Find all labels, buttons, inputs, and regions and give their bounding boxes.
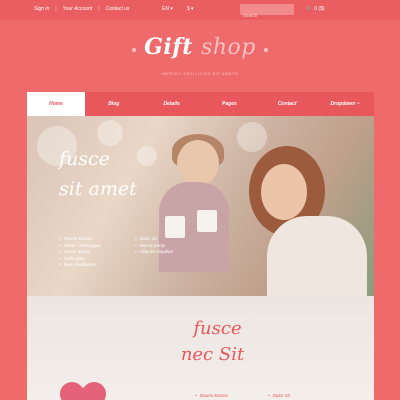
heart-gift-image — [63, 384, 103, 400]
search-box — [240, 4, 294, 21]
list-item: Lorem Ipsum — [59, 249, 101, 256]
cart-icon: 🛒 — [306, 6, 313, 12]
logo-dot — [264, 47, 269, 52]
list-item: Tellus - Sed augue — [59, 243, 101, 250]
hero-1-list-right: Dolor Sit Sed ut persp Aliquam dapibus — [135, 236, 173, 256]
nav-dropdown[interactable]: Dropdown ~ — [316, 92, 374, 116]
nav-home[interactable]: Home — [27, 92, 85, 116]
bokeh-light — [97, 120, 123, 146]
list-item: Mauris Massa — [59, 236, 101, 243]
hero-2-list-right: Dolor Sit — [268, 393, 290, 398]
separator: | — [55, 6, 57, 12]
nav-blog[interactable]: Blog — [85, 92, 143, 116]
list-item: Nulla Quis — [59, 256, 101, 263]
main-nav: Home Blog Details Pages Contact Dropdown… — [27, 92, 374, 116]
list-item: Sed ut persp — [135, 243, 173, 250]
tagline: IMPEDIT FACILITIES SIT AMETS — [161, 71, 239, 76]
cart-button[interactable]: 🛒 0 ($) — [306, 6, 325, 12]
list-item: Duis Vestibulum — [59, 262, 101, 269]
hero-2-title-line-1: fusce — [193, 318, 242, 339]
contact-us-link[interactable]: Contact us — [105, 6, 129, 12]
hero-banner-1[interactable]: fusce sit amet Mauris Massa Tellus - Sed… — [27, 116, 374, 296]
top-bar: Sign in | Your Account | Contact us EN ▾… — [0, 0, 400, 21]
separator: | — [98, 6, 100, 12]
hero-1-title-line-1: fusce — [59, 148, 110, 170]
logo-word-1: Gift — [144, 34, 193, 60]
hero-1-title: fusce sit amet — [59, 144, 137, 204]
nav-pages[interactable]: Pages — [200, 92, 258, 116]
photo-woman-face — [261, 164, 307, 220]
logo-dot — [131, 47, 136, 52]
photo-girl-face — [177, 140, 219, 186]
list-item: Dolor Sit — [135, 236, 173, 243]
photo-cup — [165, 216, 185, 238]
photo-woman-body — [267, 216, 367, 296]
nav-details[interactable]: Details — [143, 92, 201, 116]
bokeh-light — [237, 122, 267, 152]
search-input[interactable] — [240, 10, 294, 21]
locale-selectors: EN ▾ $ ▾ — [162, 6, 194, 12]
language-value: EN — [162, 6, 169, 12]
cart-count: 0 ($) — [314, 6, 325, 12]
list-item: Aliquam dapibus — [135, 249, 173, 256]
logo-text: Gift shop — [144, 34, 256, 60]
your-account-link[interactable]: Your Account — [63, 6, 93, 12]
hero-2-list-left: Mauris Massa — [195, 393, 228, 398]
hero-1-list-left: Mauris Massa Tellus - Sed augue Lorem Ip… — [59, 236, 101, 269]
site-logo[interactable]: Gift shop — [0, 34, 400, 60]
hero-2-title: fusce nec Sit — [27, 316, 374, 368]
nav-contact[interactable]: Contact — [258, 92, 316, 116]
list-item: Dolor Sit — [268, 393, 290, 398]
currency-value: $ — [186, 6, 190, 12]
hero-1-title-line-2: sit amet — [59, 178, 137, 200]
language-select[interactable]: EN ▾ — [162, 6, 173, 12]
bokeh-light — [137, 146, 157, 166]
hero-banner-2[interactable]: fusce nec Sit Mauris Massa Dolor Sit — [27, 296, 374, 400]
hero-2-title-line-2: nec Sit — [180, 344, 245, 365]
photo-cup — [197, 210, 217, 232]
sign-in-link[interactable]: Sign in — [34, 6, 49, 12]
logo-word-2: shop — [201, 35, 256, 60]
currency-select[interactable]: $ ▾ — [187, 6, 194, 12]
account-links: Sign in | Your Account | Contact us — [34, 6, 129, 12]
list-item: Mauris Massa — [195, 393, 228, 398]
